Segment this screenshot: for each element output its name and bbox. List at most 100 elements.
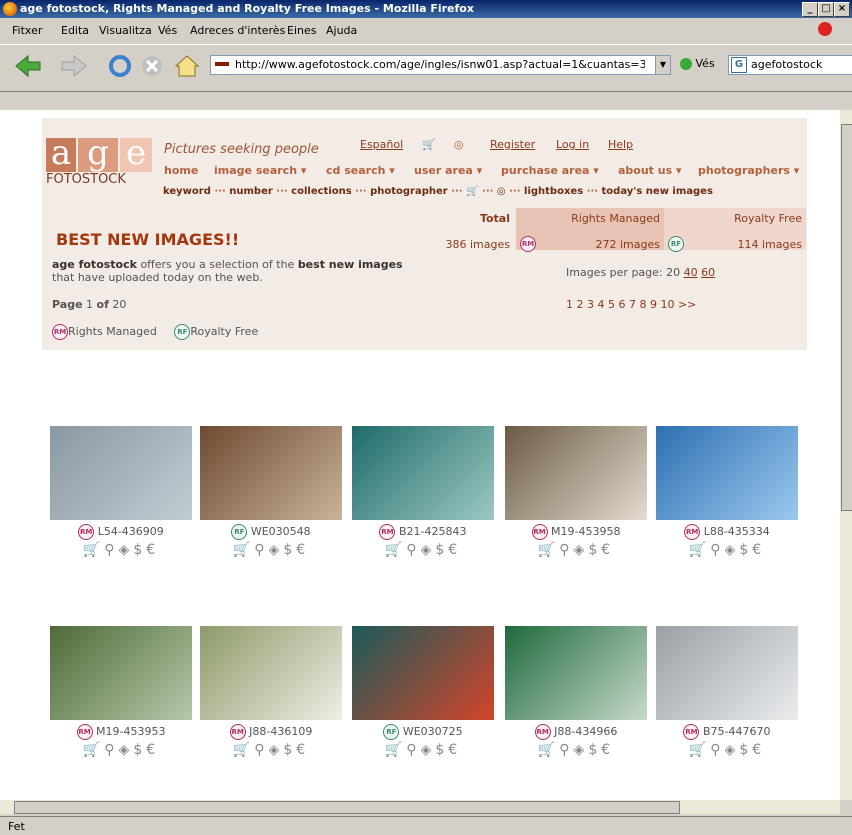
add-to-cart-icon[interactable]: 🛒 [83,542,104,558]
home-icon[interactable] [174,54,200,78]
back-icon[interactable] [14,54,42,78]
add-to-cart-icon[interactable]: 🛒 [689,742,710,758]
site-logo[interactable]: a g e FOTOSTOCK [46,136,152,187]
minimize-button[interactable]: _ [802,2,818,17]
price-icon[interactable]: $€ [283,542,309,558]
image-code[interactable]: RF WE030548 [200,524,342,540]
menu-help[interactable]: Ajuda [326,24,357,37]
reload-icon[interactable] [108,54,132,78]
stop-icon[interactable] [140,54,164,78]
price-icon[interactable]: $€ [739,542,765,558]
zoom-icon[interactable]: ⚲ [406,742,420,758]
add-to-cart-icon[interactable]: 🛒 [83,742,104,758]
image-code[interactable]: RM M19-453958 [505,524,647,540]
add-to-cart-icon[interactable]: 🛒 [689,542,710,558]
rf-column[interactable]: Royalty Free RF 114 images [664,208,806,252]
add-to-cart-icon[interactable]: 🛒 [538,542,559,558]
nav-purchase-area[interactable]: purchase area ▾ [501,164,599,177]
subnav-keyword[interactable]: keyword [163,186,211,197]
search-field[interactable]: G agefotostock [728,55,852,75]
nav-about-us[interactable]: about us ▾ [618,164,682,177]
nav-user-area[interactable]: user area ▾ [414,164,482,177]
go-button[interactable]: Vés [680,57,715,70]
menu-tools[interactable]: Eines [287,24,316,37]
lightbox-icon[interactable]: ◈ [574,542,589,558]
subnav-photographer[interactable]: photographer [370,186,448,197]
link-login[interactable]: Log in [556,138,589,151]
add-to-cart-icon[interactable]: 🛒 [385,542,406,558]
image-thumbnail[interactable] [505,626,647,720]
close-button[interactable]: × [834,2,850,17]
lightbox-icon[interactable]: ◈ [119,742,134,758]
lightbox-icon[interactable]: ◈ [269,542,284,558]
google-search-icon[interactable]: G [731,57,747,73]
cart-icon[interactable]: 🛒 [422,138,436,151]
add-to-cart-icon[interactable]: 🛒 [233,742,254,758]
lightbox-icon[interactable]: ◈ [421,542,436,558]
pagination-links[interactable]: 1 2 3 4 5 6 7 8 9 10 >> [566,298,696,311]
url-field[interactable]: http://www.agefotostock.com/age/ingles/i… [210,55,656,75]
zoom-icon[interactable]: ⚲ [559,542,573,558]
price-icon[interactable]: $€ [435,742,461,758]
link-register[interactable]: Register [490,138,535,151]
image-code[interactable]: RM M19-453953 [50,724,192,740]
image-thumbnail[interactable] [50,426,192,520]
url-dropdown-button[interactable]: ▼ [655,55,671,75]
subnav-number[interactable]: number [229,186,273,197]
image-thumbnail[interactable] [352,626,494,720]
subnav-todays-new-images[interactable]: today's new images [602,186,713,197]
zoom-icon[interactable]: ⚲ [559,742,573,758]
image-thumbnail[interactable] [656,626,798,720]
zoom-icon[interactable]: ⚲ [104,542,118,558]
nav-photographers[interactable]: photographers ▾ [698,164,799,177]
price-icon[interactable]: $€ [588,542,614,558]
nav-image-search[interactable]: image search ▾ [214,164,306,177]
rm-column[interactable]: Rights Managed RM 272 images [516,208,664,252]
subnav-lightbox-icon[interactable]: ◎ [497,186,506,197]
link-espanol[interactable]: Español [360,138,403,151]
menu-go[interactable]: Vés [158,24,177,37]
add-to-cart-icon[interactable]: 🛒 [538,742,559,758]
menu-file[interactable]: Fitxer [12,24,42,37]
image-code[interactable]: RM L88-435334 [656,524,798,540]
image-thumbnail[interactable] [200,426,342,520]
lightbox-icon[interactable]: ◈ [269,742,284,758]
subnav-lightboxes[interactable]: lightboxes [524,186,583,197]
image-code[interactable]: RM B75-447670 [656,724,798,740]
zoom-icon[interactable]: ⚲ [710,542,724,558]
zoom-icon[interactable]: ⚲ [254,742,268,758]
lightbox-icon[interactable]: ◈ [119,542,134,558]
lightbox-icon[interactable]: ◈ [421,742,436,758]
ipp-60-link[interactable]: 60 [701,266,715,279]
vertical-scroll-thumb[interactable] [841,124,852,511]
menu-view[interactable]: Visualitza [99,24,152,37]
nav-home[interactable]: home [164,164,198,177]
horizontal-scroll-thumb[interactable] [14,801,680,814]
image-thumbnail[interactable] [656,426,798,520]
price-icon[interactable]: $€ [588,742,614,758]
image-code[interactable]: RM L54-436909 [50,524,192,540]
add-to-cart-icon[interactable]: 🛒 [233,542,254,558]
image-thumbnail[interactable] [200,626,342,720]
nav-cd-search[interactable]: cd search ▾ [326,164,395,177]
subnav-collections[interactable]: collections [291,186,352,197]
add-to-cart-icon[interactable]: 🛒 [385,742,406,758]
image-code[interactable]: RM J88-436109 [200,724,342,740]
zoom-icon[interactable]: ⚲ [406,542,420,558]
price-icon[interactable]: $€ [435,542,461,558]
maximize-button[interactable]: □ [818,2,834,17]
horizontal-scrollbar[interactable] [0,800,840,814]
price-icon[interactable]: $€ [739,742,765,758]
lightbox-icon[interactable]: ◈ [725,542,740,558]
link-help[interactable]: Help [608,138,633,151]
zoom-icon[interactable]: ⚲ [104,742,118,758]
price-icon[interactable]: $€ [133,742,159,758]
zoom-icon[interactable]: ⚲ [254,542,268,558]
ipp-40-link[interactable]: 40 [684,266,698,279]
forward-icon[interactable] [60,54,88,78]
zoom-icon[interactable]: ⚲ [710,742,724,758]
image-code[interactable]: RF WE030725 [352,724,494,740]
image-thumbnail[interactable] [505,426,647,520]
menu-bookmarks[interactable]: Adreces d'interès [190,24,285,37]
price-icon[interactable]: $€ [283,742,309,758]
